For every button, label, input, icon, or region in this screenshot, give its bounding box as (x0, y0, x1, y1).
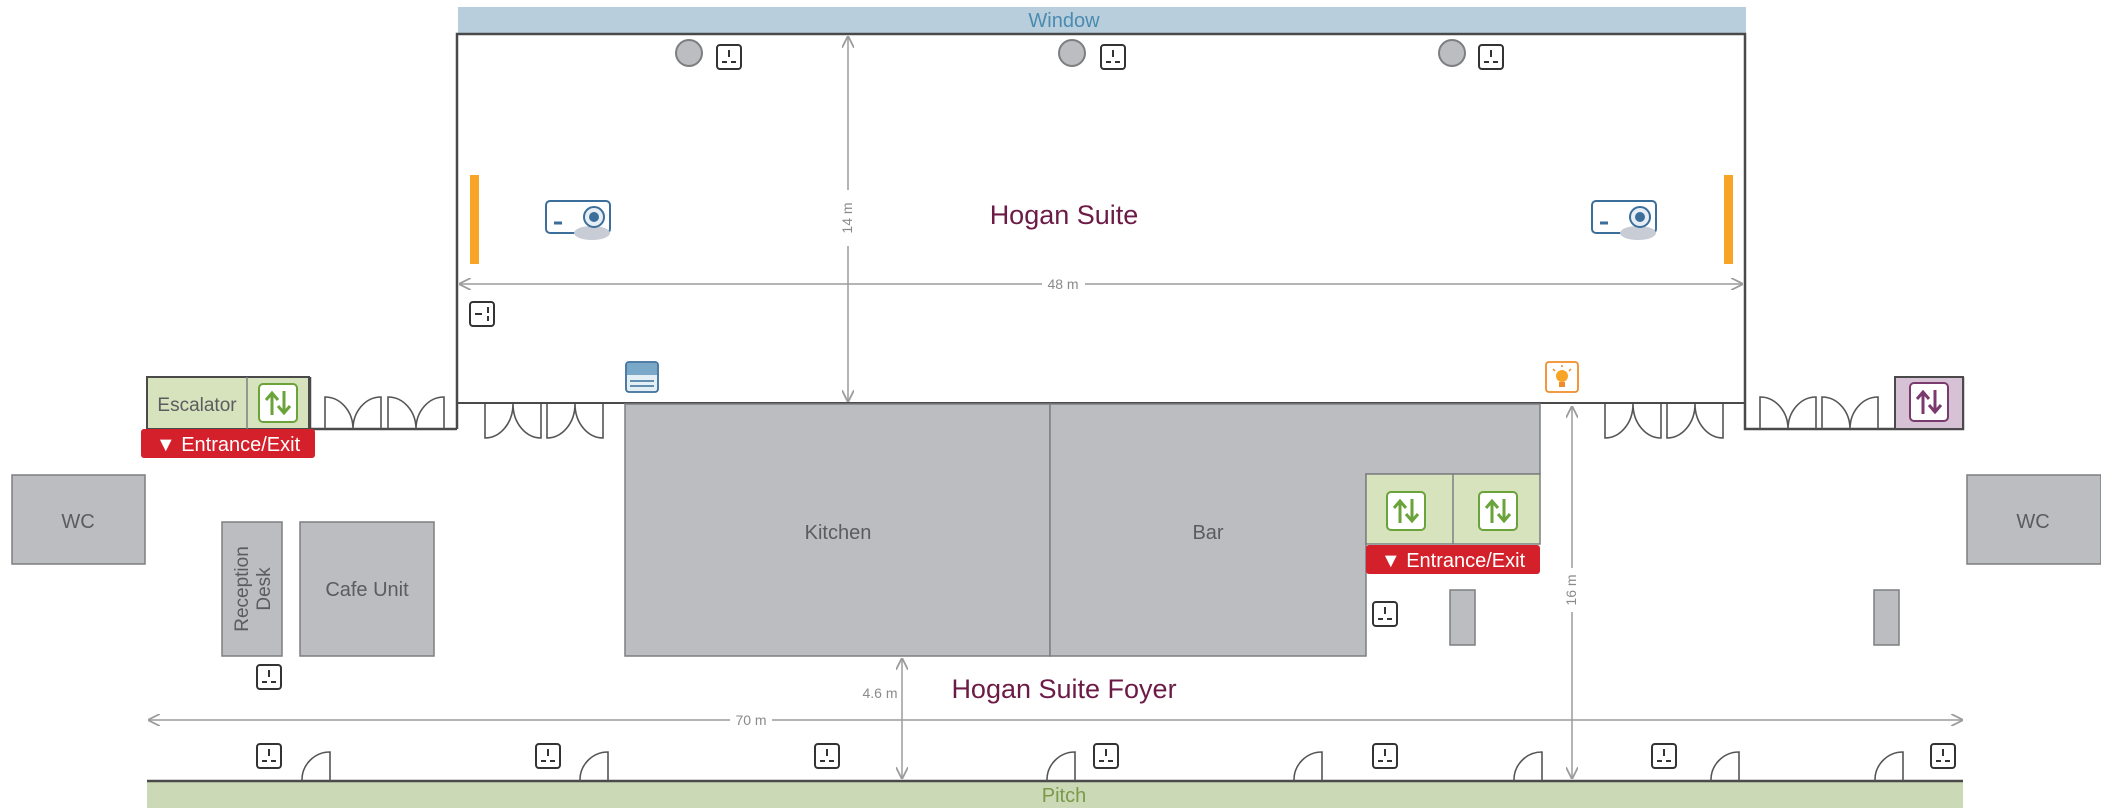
socket-icon (1478, 44, 1504, 70)
light-bulb-icon (1545, 361, 1579, 393)
lift-icon (1477, 490, 1519, 532)
dim-suite-depth: 14 m (839, 202, 855, 233)
screen-bar-icon (470, 175, 479, 264)
hogan-suite-walls (455, 32, 1965, 431)
socket-icon (1093, 743, 1119, 769)
pillar (1449, 589, 1476, 646)
dim-foyer-width: 70 m (735, 712, 766, 728)
socket-icon (814, 743, 840, 769)
window-label: Window (1028, 10, 1100, 32)
dim-kitchen-clearance: 4.6 m (862, 685, 897, 701)
hogan-suite-title: Hogan Suite (990, 200, 1139, 230)
socket-icon (535, 743, 561, 769)
socket-icon (1372, 743, 1398, 769)
pillar (1873, 589, 1900, 646)
window-blind-icon (625, 361, 659, 393)
lift-icon (1385, 490, 1427, 532)
socket-icon (716, 44, 742, 70)
projector-icon (1590, 199, 1658, 242)
socket-icon (1100, 44, 1126, 70)
escalator-label: Escalator (157, 395, 237, 416)
entrance-exit-left-label: ▼ Entrance/Exit (156, 434, 301, 456)
lift-icon (257, 382, 299, 424)
ceiling-light-icon (675, 39, 703, 67)
socket-icon (1372, 601, 1398, 627)
wc-right-label: WC (2016, 511, 2049, 533)
socket-icon (1651, 743, 1677, 769)
cafe-unit-label: Cafe Unit (325, 579, 409, 601)
bar-label: Bar (1192, 522, 1223, 544)
lift-icon (1908, 381, 1950, 423)
pitch-label: Pitch (1042, 785, 1086, 807)
screen-bar-icon (1724, 175, 1733, 264)
switch-icon (469, 301, 495, 327)
wc-left-label: WC (61, 511, 94, 533)
dim-suite-width: 48 m (1047, 276, 1078, 292)
socket-icon (256, 664, 282, 690)
kitchen-label: Kitchen (805, 522, 872, 544)
ceiling-light-icon (1058, 39, 1086, 67)
socket-icon (1930, 743, 1956, 769)
window-band (458, 7, 1746, 33)
hogan-suite-foyer-title: Hogan Suite Foyer (951, 674, 1176, 704)
socket-icon (256, 743, 282, 769)
projector-icon (544, 199, 612, 242)
ceiling-light-icon (1438, 39, 1466, 67)
hogan-suite-south-wall-left (308, 377, 457, 431)
reception-label-line1: Reception (232, 546, 253, 632)
floor-plan: Window Pitch Kitchen Bar ▼ Entrance/Exit… (11, 7, 2101, 808)
reception-label-line2: Desk (254, 567, 275, 611)
entrance-exit-right-label: ▼ Entrance/Exit (1381, 550, 1526, 572)
dim-foyer-depth: 16 m (1563, 574, 1579, 605)
